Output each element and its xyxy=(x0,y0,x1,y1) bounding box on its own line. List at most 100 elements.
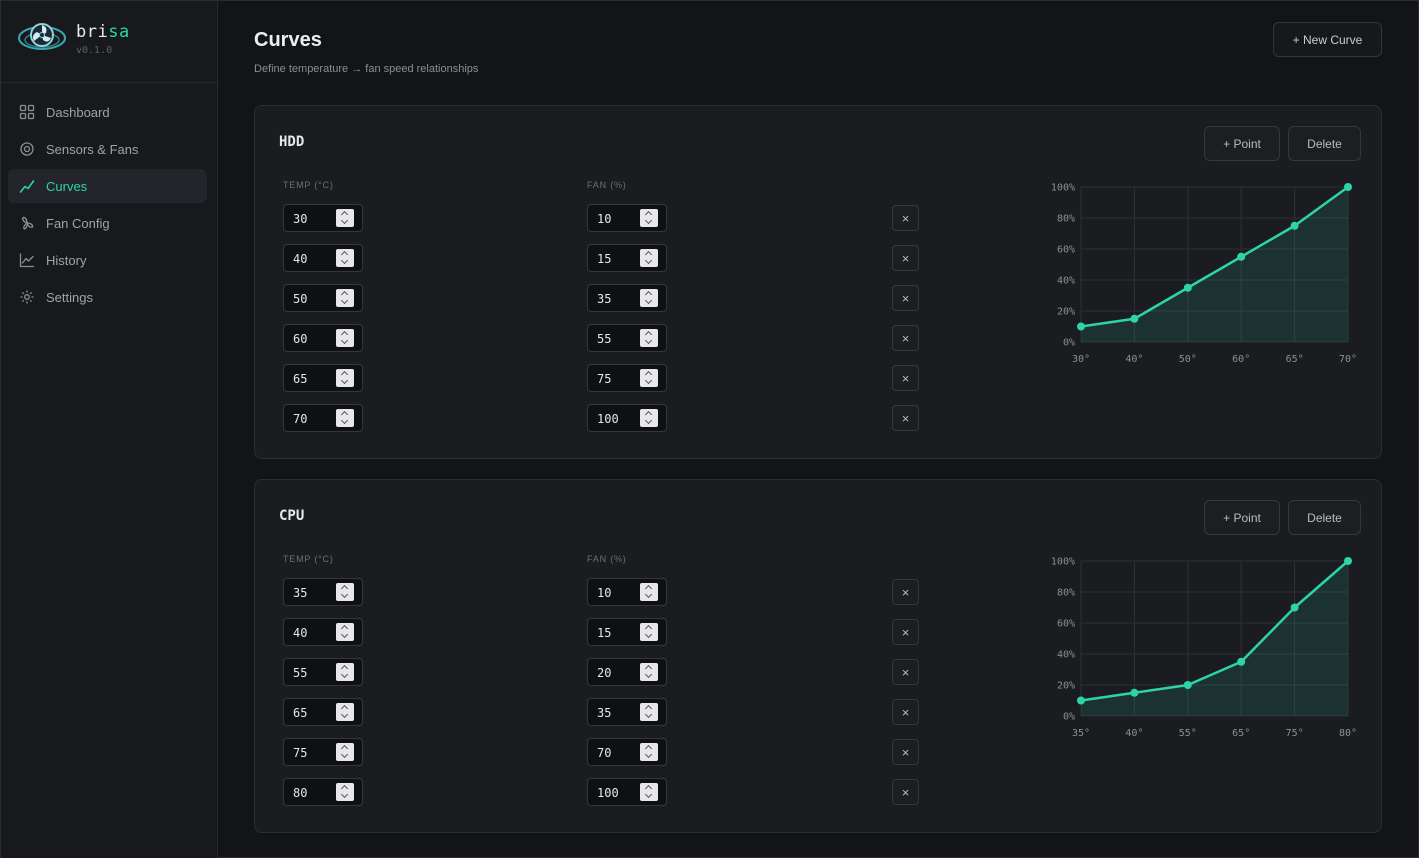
fan-input[interactable]: 35 xyxy=(587,698,667,726)
temp-input[interactable]: 35 xyxy=(283,578,363,606)
delete-curve-button[interactable]: Delete xyxy=(1288,500,1361,535)
temp-column-header: TEMP (°C) xyxy=(283,180,334,190)
remove-point-button[interactable]: × xyxy=(892,579,919,605)
stepper-icon[interactable] xyxy=(640,663,658,681)
temp-input[interactable]: 50 xyxy=(283,284,363,312)
sidebar-nav: Dashboard Sensors & Fans Curves Fan Conf… xyxy=(8,95,207,317)
add-point-button[interactable]: + Point xyxy=(1204,500,1280,535)
stepper-icon[interactable] xyxy=(336,783,354,801)
stepper-icon[interactable] xyxy=(336,249,354,267)
temp-column-header: TEMP (°C) xyxy=(283,554,334,564)
y-tick-label: 60% xyxy=(1057,245,1075,256)
curve-point-row: 65 75 × xyxy=(283,364,923,392)
curve-name: HDD xyxy=(279,134,305,150)
curve-area xyxy=(1081,561,1348,716)
stepper-icon[interactable] xyxy=(336,409,354,427)
stepper-icon[interactable] xyxy=(336,289,354,307)
page-subtitle: Define temperature → fan speed relations… xyxy=(254,63,479,75)
curve-chart-svg: 100% 80% 60% 40% 20% 0% 35° 40° 55° 65° 75° 80° xyxy=(1051,557,1357,740)
stepper-icon[interactable] xyxy=(336,703,354,721)
temp-input[interactable]: 40 xyxy=(283,244,363,272)
sidebar-item-label: Dashboard xyxy=(46,104,110,120)
stepper-icon[interactable] xyxy=(640,703,658,721)
sidebar-item-curves[interactable]: Curves xyxy=(8,169,207,203)
stepper-icon[interactable] xyxy=(640,209,658,227)
curve-point xyxy=(1290,603,1299,612)
fan-column-header: FAN (%) xyxy=(587,180,627,190)
curve-point-row: 30 10 × xyxy=(283,204,923,232)
stepper-icon[interactable] xyxy=(336,623,354,641)
y-tick-label: 80% xyxy=(1057,588,1075,599)
fan-input[interactable]: 20 xyxy=(587,658,667,686)
sidebar-item-fan-config[interactable]: Fan Config xyxy=(8,206,207,240)
x-tick-label: 35° xyxy=(1072,728,1090,739)
fan-input[interactable]: 15 xyxy=(587,244,667,272)
stepper-icon[interactable] xyxy=(336,329,354,347)
delete-curve-button[interactable]: Delete xyxy=(1288,126,1361,161)
remove-point-button[interactable]: × xyxy=(892,739,919,765)
sidebar-item-sensors-fans[interactable]: Sensors & Fans xyxy=(8,132,207,166)
remove-point-button[interactable]: × xyxy=(892,285,919,311)
temp-input[interactable]: 70 xyxy=(283,404,363,432)
remove-point-button[interactable]: × xyxy=(892,245,919,271)
curve-point xyxy=(1183,283,1192,292)
fan-input[interactable]: 35 xyxy=(587,284,667,312)
stepper-icon[interactable] xyxy=(336,743,354,761)
remove-point-button[interactable]: × xyxy=(892,619,919,645)
remove-point-button[interactable]: × xyxy=(892,659,919,685)
stepper-icon[interactable] xyxy=(336,369,354,387)
add-point-button[interactable]: + Point xyxy=(1204,126,1280,161)
fan-input[interactable]: 10 xyxy=(587,204,667,232)
curve-point-row: 75 70 × xyxy=(283,738,923,766)
curve-point xyxy=(1130,688,1139,697)
temp-input[interactable]: 75 xyxy=(283,738,363,766)
curve-point-row: 80 100 × xyxy=(283,778,923,806)
temp-input[interactable]: 40 xyxy=(283,618,363,646)
remove-point-button[interactable]: × xyxy=(892,205,919,231)
fan-input[interactable]: 70 xyxy=(587,738,667,766)
stepper-icon[interactable] xyxy=(640,623,658,641)
fan-input[interactable]: 100 xyxy=(587,778,667,806)
remove-point-button[interactable]: × xyxy=(892,779,919,805)
stepper-icon[interactable] xyxy=(640,583,658,601)
remove-point-button[interactable]: × xyxy=(892,405,919,431)
stepper-icon[interactable] xyxy=(640,329,658,347)
new-curve-button[interactable]: + New Curve xyxy=(1273,22,1382,57)
stepper-icon[interactable] xyxy=(640,249,658,267)
y-tick-label: 80% xyxy=(1057,214,1075,225)
sidebar-item-label: Curves xyxy=(46,178,88,194)
y-tick-label: 0% xyxy=(1063,338,1075,349)
sidebar-item-label: Sensors & Fans xyxy=(46,141,139,157)
trend-icon xyxy=(19,178,35,194)
y-tick-label: 20% xyxy=(1057,307,1075,318)
fan-input[interactable]: 15 xyxy=(587,618,667,646)
sidebar-item-dashboard[interactable]: Dashboard xyxy=(8,95,207,129)
temp-input[interactable]: 60 xyxy=(283,324,363,352)
x-tick-label: 50° xyxy=(1179,354,1197,365)
stepper-icon[interactable] xyxy=(640,409,658,427)
stepper-icon[interactable] xyxy=(640,369,658,387)
stepper-icon[interactable] xyxy=(640,743,658,761)
temp-input[interactable]: 65 xyxy=(283,698,363,726)
stepper-icon[interactable] xyxy=(336,209,354,227)
fan-input[interactable]: 75 xyxy=(587,364,667,392)
temp-input[interactable]: 30 xyxy=(283,204,363,232)
fan-icon xyxy=(19,215,35,231)
temp-input[interactable]: 55 xyxy=(283,658,363,686)
temp-input[interactable]: 80 xyxy=(283,778,363,806)
fan-input[interactable]: 55 xyxy=(587,324,667,352)
sidebar-item-settings[interactable]: Settings xyxy=(8,280,207,314)
remove-point-button[interactable]: × xyxy=(892,365,919,391)
remove-point-button[interactable]: × xyxy=(892,699,919,725)
sidebar-item-history[interactable]: History xyxy=(8,243,207,277)
fan-input[interactable]: 10 xyxy=(587,578,667,606)
fan-input[interactable]: 100 xyxy=(587,404,667,432)
remove-point-button[interactable]: × xyxy=(892,325,919,351)
stepper-icon[interactable] xyxy=(336,583,354,601)
stepper-icon[interactable] xyxy=(640,289,658,307)
curve-point xyxy=(1344,183,1352,191)
temp-input[interactable]: 65 xyxy=(283,364,363,392)
stepper-icon[interactable] xyxy=(640,783,658,801)
stepper-icon[interactable] xyxy=(336,663,354,681)
y-tick-label: 40% xyxy=(1057,276,1075,287)
